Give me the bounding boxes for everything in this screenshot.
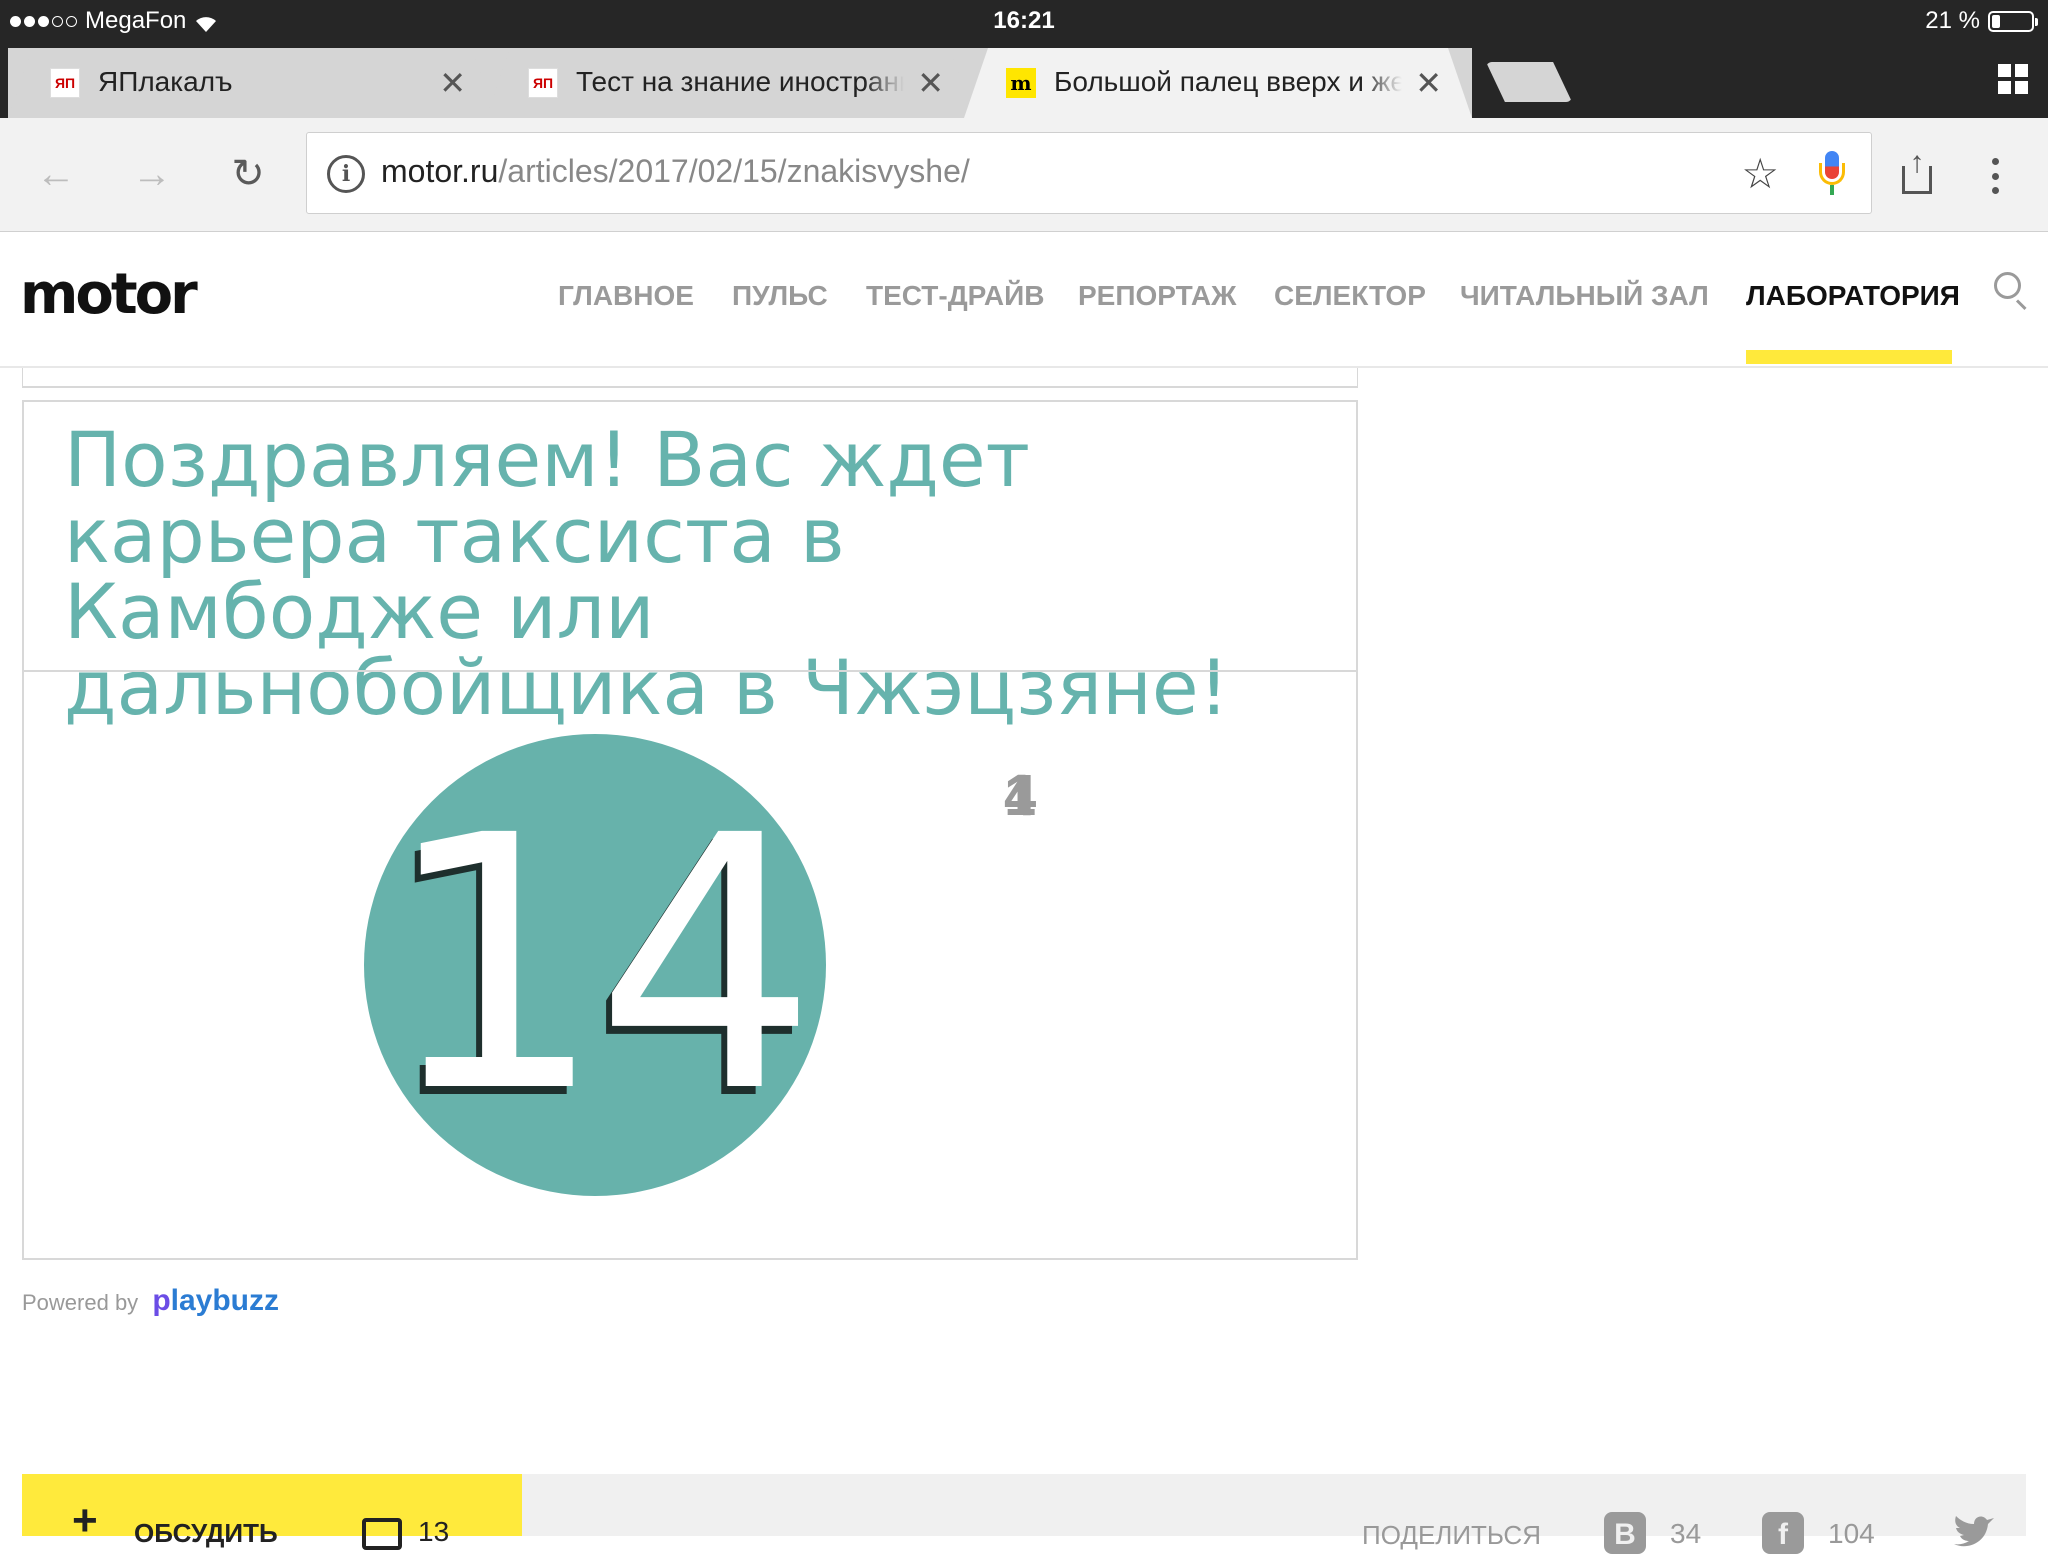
url-domain: motor.ru — [381, 153, 499, 189]
back-arrow-icon[interactable]: ← — [28, 146, 84, 202]
nav-active-underline — [1746, 350, 1952, 364]
facebook-icon[interactable]: f — [1762, 1512, 1804, 1554]
more-menu-icon[interactable] — [1990, 158, 2000, 194]
nav-item-selector[interactable]: СЕЛЕКТОР — [1274, 280, 1426, 312]
url-text[interactable]: motor.ru/articles/2017/02/15/znakisvyshe… — [381, 153, 970, 190]
tab-title: ЯПлакалъ — [98, 66, 426, 98]
article-bottom-bar: + ОБСУДИТЬ 13 ПОДЕЛИТЬСЯ B 34 f 104 — [22, 1474, 2026, 1554]
battery-percent: 21 % — [1925, 7, 1980, 34]
divider — [24, 670, 1356, 672]
status-bar: MegaFon 16:21 21 % — [0, 0, 2048, 40]
yap-favicon: ЯП — [528, 68, 558, 98]
quiz-result-card: Поздравляем! Вас ждет карьера таксиста в… — [22, 400, 1358, 1260]
motor-favicon: m — [1006, 68, 1036, 98]
playbuzz-logo[interactable]: playbuzz — [152, 1284, 279, 1317]
previous-card-edge — [22, 368, 1358, 388]
nav-item-test-drive[interactable]: ТЕСТ-ДРАЙВ — [866, 280, 1044, 312]
tab-language-test[interactable]: ЯП Тест на знание иностранных ✕ — [486, 48, 974, 118]
clock: 16:21 — [993, 7, 1055, 34]
close-tab-icon[interactable]: ✕ — [1415, 66, 1442, 100]
nav-item-laboratory[interactable]: ЛАБОРАТОРИЯ — [1746, 280, 1960, 312]
status-right: 21 % — [1925, 7, 2038, 35]
powered-label: Powered by — [22, 1290, 139, 1315]
discuss-label: ОБСУДИТЬ — [134, 1518, 278, 1548]
tab-title: Тест на знание иностранных — [576, 66, 904, 98]
discuss-button[interactable]: + ОБСУДИТЬ 13 — [22, 1474, 522, 1550]
url-path: /articles/2017/02/15/znakisvyshe/ — [498, 153, 970, 189]
tab-switcher-icon[interactable] — [1998, 64, 2028, 94]
powered-by: Powered by playbuzz — [22, 1284, 279, 1318]
tab-motor-article[interactable]: m Большой палец вверх и жест ✕ — [964, 48, 1472, 118]
reload-icon[interactable]: ↻ — [220, 146, 276, 202]
nav-item-pulse[interactable]: ПУЛЬС — [732, 280, 828, 312]
browser-chrome-top: MegaFon 16:21 21 % ЯП ЯПлакалъ ✕ ЯП Тест… — [0, 0, 2048, 118]
glitch-digit-b: 4 — [1004, 763, 1037, 828]
browser-toolbar: ← → ↻ i motor.ru/articles/2017/02/15/zna… — [0, 118, 2048, 232]
tab-title: Большой палец вверх и жест — [1054, 66, 1402, 98]
tab-yaplakal[interactable]: ЯП ЯПлакалъ ✕ — [8, 48, 496, 118]
score-number: 14 — [382, 761, 817, 1169]
comment-count: 13 — [418, 1516, 450, 1547]
vk-icon[interactable]: B — [1604, 1512, 1646, 1554]
twitter-icon[interactable] — [1952, 1514, 1996, 1550]
score-circle: 14 — [364, 734, 826, 1196]
new-tab-button[interactable] — [1486, 62, 1572, 102]
forward-arrow-icon[interactable]: → — [124, 146, 180, 202]
quiz-result-title: Поздравляем! Вас ждет карьера таксиста в… — [64, 415, 1230, 732]
site-logo[interactable]: motor — [20, 262, 198, 327]
yap-favicon: ЯП — [50, 68, 80, 98]
comment-icon — [362, 1518, 402, 1550]
close-tab-icon[interactable]: ✕ — [917, 66, 944, 100]
nav-item-main[interactable]: ГЛАВНОЕ — [558, 280, 694, 312]
vk-share-count: 34 — [1670, 1518, 1702, 1549]
bookmark-star-icon[interactable]: ☆ — [1741, 149, 1779, 198]
microphone-icon[interactable] — [1819, 151, 1845, 197]
nav-item-report[interactable]: РЕПОРТАЖ — [1078, 280, 1236, 312]
plus-icon: + — [72, 1496, 98, 1545]
nav-item-reading-room[interactable]: ЧИТАЛЬНЫЙ ЗАЛ — [1460, 280, 1709, 312]
share-icon[interactable]: ↑ — [1896, 146, 1940, 198]
facebook-share-count: 104 — [1828, 1518, 1875, 1549]
info-icon[interactable]: i — [327, 155, 365, 193]
address-bar[interactable]: i motor.ru/articles/2017/02/15/znakisvys… — [306, 132, 1872, 214]
battery-icon — [1988, 10, 2038, 32]
close-tab-icon[interactable]: ✕ — [439, 66, 466, 100]
site-header: motor ГЛАВНОЕ ПУЛЬС ТЕСТ-ДРАЙВ РЕПОРТАЖ … — [0, 232, 2048, 368]
search-icon[interactable] — [1994, 272, 2030, 312]
